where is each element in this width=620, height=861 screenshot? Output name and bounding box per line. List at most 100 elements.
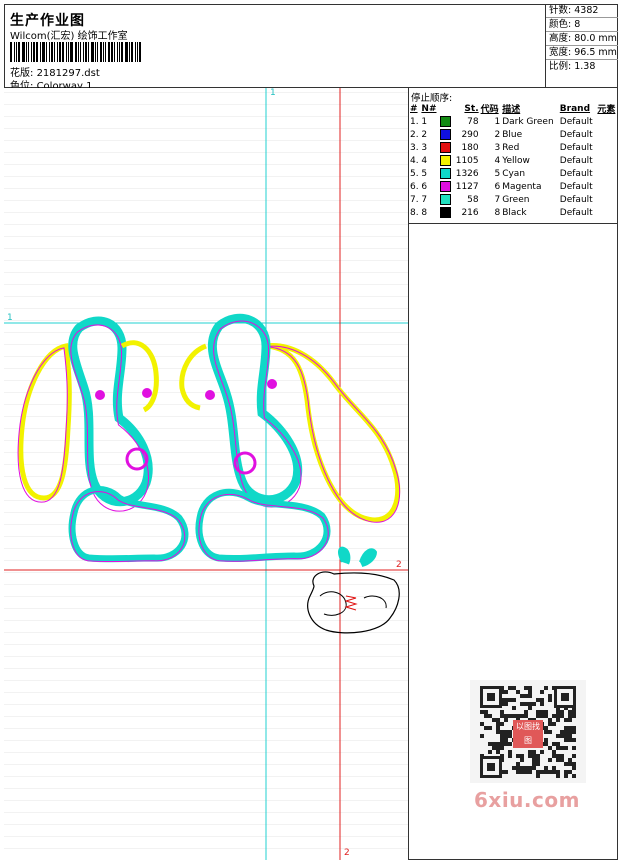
- qr-module: [560, 758, 564, 762]
- row-code: 4: [494, 155, 501, 166]
- qr-module: [544, 710, 548, 714]
- row-seq: 2: [421, 129, 428, 140]
- qr-module: [504, 770, 508, 774]
- row-element: [596, 180, 618, 193]
- qr-module: [504, 730, 508, 734]
- col-header: 元素: [597, 105, 616, 115]
- qr-module: [548, 718, 552, 722]
- qr-module: [496, 726, 500, 730]
- row-swatch: [439, 115, 453, 128]
- qr-module: [520, 770, 524, 774]
- barcode-bar: [108, 42, 110, 62]
- qr-module: [496, 750, 500, 754]
- qr-module: [536, 698, 540, 702]
- qr-module: [524, 766, 528, 770]
- row-element: [596, 128, 618, 141]
- row-element: [596, 154, 618, 167]
- qr-module: [564, 770, 568, 774]
- qr-module: [564, 774, 568, 778]
- qr-module: [568, 758, 572, 762]
- barcode-bar: [70, 42, 73, 62]
- qr-module: [544, 742, 548, 746]
- qr-module: [500, 722, 504, 726]
- barcode-bar: [80, 42, 81, 62]
- qr-module: [572, 766, 576, 770]
- sequence-row: 6. 6 1127 6 Magenta Default: [409, 180, 618, 193]
- qr-module: [480, 710, 484, 714]
- qr-module: [564, 726, 568, 730]
- qr-module: [504, 738, 508, 742]
- qr-module: [572, 726, 576, 730]
- row-number: 1.: [410, 116, 419, 127]
- qr-module: [508, 742, 512, 746]
- qr-module: [504, 690, 508, 694]
- qr-module: [544, 766, 548, 770]
- row-seq: 3: [421, 142, 428, 153]
- color-sequence-table: # N# St. 代码 描述 Brand 元素 1. 1 78 1 Dark Green…: [409, 102, 618, 219]
- left-dog: [17, 316, 189, 563]
- qr-module: [484, 714, 488, 718]
- sequence-row: 4. 4 1105 4 Yellow Default: [409, 154, 618, 167]
- qr-module: [548, 722, 552, 726]
- qr-module: [572, 730, 576, 734]
- qr-module: [572, 714, 576, 718]
- guide-label-h2: 2: [396, 560, 402, 570]
- qr-module: [492, 718, 496, 722]
- stat-colors: 颜色: 8: [546, 18, 618, 32]
- color-swatch: [439, 155, 451, 166]
- qr-module: [560, 710, 564, 714]
- qr-module: [524, 710, 528, 714]
- barcode-bar: [16, 42, 17, 62]
- row-number: 6.: [410, 181, 419, 192]
- qr-module: [548, 694, 552, 698]
- qr-module: [520, 694, 524, 698]
- qr-module: [568, 730, 572, 734]
- qr-module: [564, 738, 568, 742]
- row-stitches: 216: [461, 207, 479, 218]
- stat-height: 高度: 80.0 mm: [546, 32, 618, 46]
- barcode-bar: [28, 42, 29, 62]
- qr-module: [508, 686, 512, 690]
- sequence-row: 2. 2 290 2 Blue Default: [409, 128, 618, 141]
- qr-module: [560, 734, 564, 738]
- col-header: #: [410, 103, 418, 114]
- barcode-bar: [119, 42, 120, 62]
- row-swatch: [439, 193, 453, 206]
- barcode-bar: [111, 42, 113, 62]
- row-desc: Cyan: [502, 168, 526, 179]
- color-swatch: [439, 116, 451, 127]
- row-swatch: [439, 128, 453, 141]
- row-element: [596, 193, 618, 206]
- qr-module: [512, 706, 516, 710]
- row-brand: Default: [559, 181, 593, 192]
- stat-stitches: 针数: 4382: [546, 4, 618, 18]
- qr-module: [540, 714, 544, 718]
- qr-module: [540, 698, 544, 702]
- qr-module: [540, 690, 544, 694]
- qr-module: [556, 746, 560, 750]
- row-brand: Default: [559, 155, 593, 166]
- watermark-logo: 6xiu.com: [474, 788, 580, 812]
- qr-module: [556, 758, 560, 762]
- qr-module: [568, 770, 572, 774]
- qr-module: [548, 770, 552, 774]
- barcode-bar: [22, 42, 25, 62]
- row-element: [596, 115, 618, 128]
- qr-module: [512, 698, 516, 702]
- row-brand: Default: [559, 129, 593, 140]
- barcode-bar: [121, 42, 123, 62]
- qr-module: [536, 758, 540, 762]
- barcode-bar: [62, 42, 64, 62]
- header-info: 生产作业图 Wilcom(汇宏) 绘饰工作室 花版: 2181297.dst 色…: [4, 4, 546, 92]
- barcode-bar: [75, 42, 77, 62]
- color-swatch: [439, 181, 451, 192]
- studio-name: Wilcom(汇宏) 绘饰工作室: [10, 31, 128, 42]
- qr-module: [500, 734, 504, 738]
- qr-module: [532, 750, 536, 754]
- qr-module: [480, 734, 484, 738]
- color-swatch: [439, 168, 451, 179]
- row-code: 8: [494, 207, 501, 218]
- row-seq: 8: [421, 207, 428, 218]
- row-desc: Magenta: [502, 181, 542, 192]
- row-element: [596, 206, 618, 219]
